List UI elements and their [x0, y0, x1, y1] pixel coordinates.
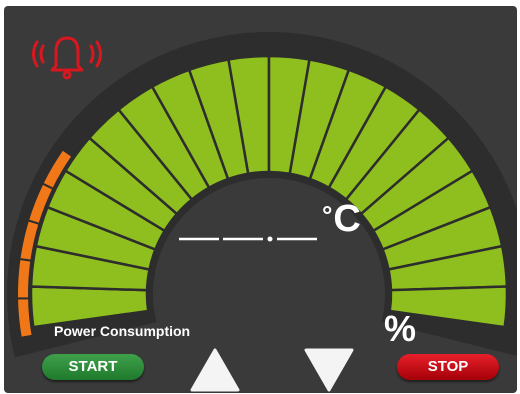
power-segment: [16, 257, 33, 300]
temperature-unit: °C: [322, 198, 362, 241]
degree-symbol: °: [322, 200, 334, 230]
power-consumption-label: Power Consumption: [54, 323, 191, 339]
temperature-value: [179, 236, 317, 242]
arrow-down-icon[interactable]: [304, 348, 354, 392]
hmi-screen: °C % Power Consumption START STOP: [4, 6, 517, 393]
percent-symbol: %: [384, 308, 417, 349]
stop-button[interactable]: STOP: [397, 354, 499, 380]
alarm-bell-icon[interactable]: [26, 32, 108, 80]
hmi-panel: °C % Power Consumption START STOP: [0, 0, 520, 394]
temperature-readout: [179, 216, 319, 246]
start-button[interactable]: START: [42, 354, 144, 380]
unit-letter: C: [333, 198, 362, 240]
arrow-up-icon[interactable]: [190, 348, 240, 392]
